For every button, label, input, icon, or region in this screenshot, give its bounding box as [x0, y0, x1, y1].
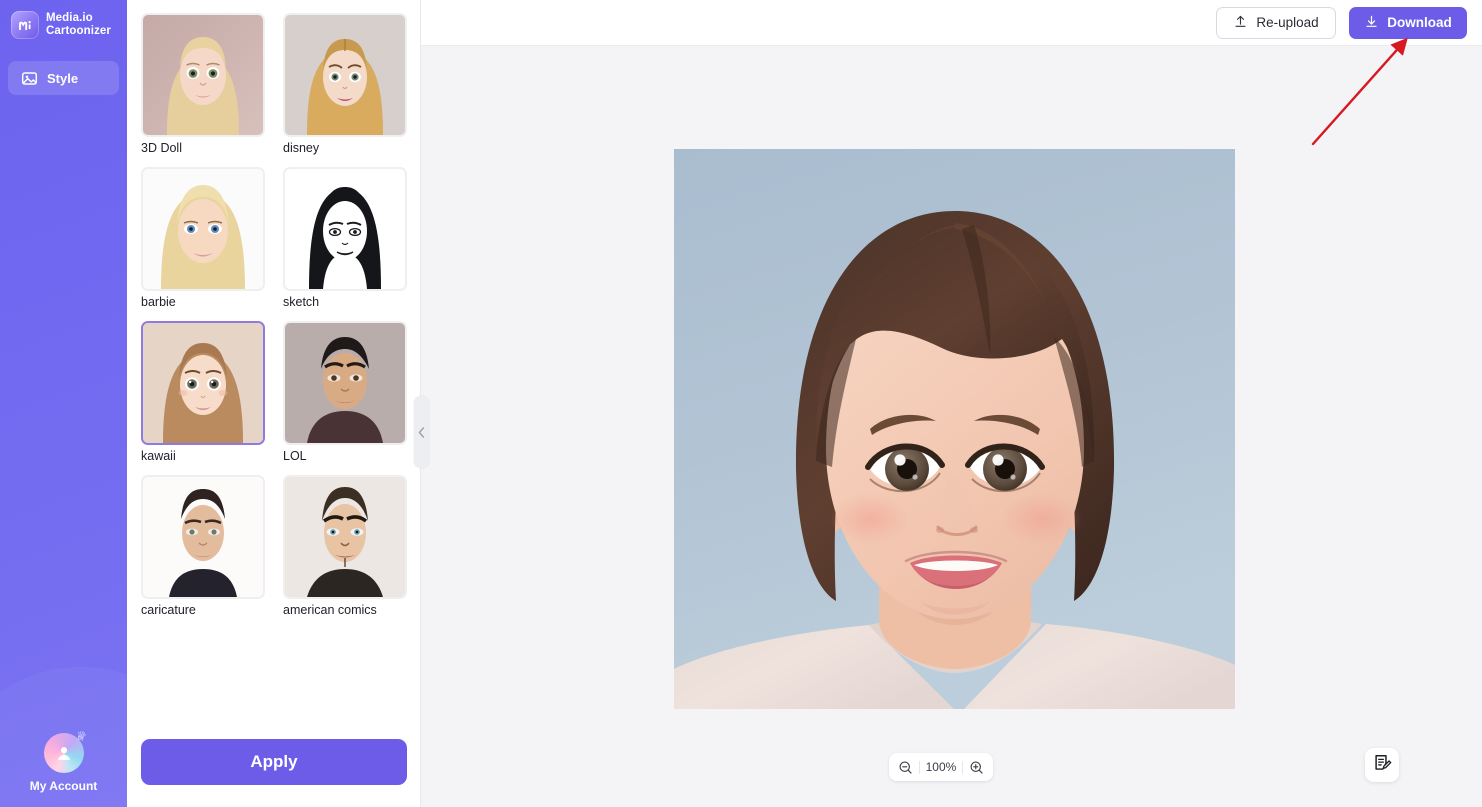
app-root: Media.io Cartoonizer Style ♕ My Account …	[0, 0, 1482, 807]
account-label: My Account	[29, 779, 98, 793]
style-thumb-american-comics[interactable]	[283, 475, 407, 599]
sidebar-nav: Style	[0, 61, 127, 95]
zoom-out-icon[interactable]	[898, 760, 913, 775]
style-label: kawaii	[141, 449, 176, 463]
zoom-in-icon[interactable]	[969, 760, 984, 775]
brand-name: Media.io Cartoonizer	[46, 12, 111, 38]
download-button[interactable]: Download	[1349, 6, 1467, 39]
download-label: Download	[1387, 15, 1452, 30]
style-thumb-sketch[interactable]	[283, 167, 407, 291]
style-thumb-caricature[interactable]	[141, 475, 265, 599]
style-label: LOL	[283, 449, 307, 463]
style-cell: 3D Doll	[141, 13, 265, 156]
style-cell: kawaii	[141, 321, 265, 464]
style-grid: 3D Doll disney barbie sketch kawaii LOL …	[127, 0, 420, 739]
style-thumb-kawaii[interactable]	[141, 321, 265, 445]
style-cell: caricature	[141, 475, 265, 618]
sidebar-item-label: Style	[47, 70, 79, 86]
style-label: sketch	[283, 295, 320, 309]
crown-icon: ♕	[73, 727, 89, 745]
feedback-button[interactable]	[1365, 748, 1399, 782]
download-icon	[1364, 14, 1379, 32]
style-cell: LOL	[283, 321, 407, 464]
preview-image[interactable]	[674, 149, 1235, 709]
upload-icon	[1233, 14, 1248, 32]
style-label: caricature	[141, 603, 196, 617]
brand-line-2: Cartoonizer	[46, 25, 111, 37]
divider	[962, 760, 964, 774]
user-avatar-icon	[57, 747, 70, 760]
chevron-left-icon	[418, 426, 425, 438]
brand: Media.io Cartoonizer	[0, 0, 127, 39]
style-thumb-barbie[interactable]	[141, 167, 265, 291]
style-label: american comics	[283, 603, 377, 617]
divider	[918, 760, 920, 774]
sidebar: Media.io Cartoonizer Style ♕ My Account	[0, 0, 127, 807]
top-toolbar: Re-upload Download	[421, 0, 1482, 46]
style-thumb-lol[interactable]	[283, 321, 407, 445]
style-thumb-disney[interactable]	[283, 13, 407, 137]
image-icon	[21, 70, 38, 87]
apply-button[interactable]: Apply	[141, 739, 407, 785]
style-thumb-3d-doll[interactable]	[141, 13, 265, 137]
media-io-logo-icon	[11, 11, 39, 39]
feedback-note-icon	[1373, 753, 1392, 777]
style-panel: 3D Doll disney barbie sketch kawaii LOL …	[127, 0, 429, 807]
my-account-button[interactable]: ♕ My Account	[0, 728, 127, 793]
sidebar-item-style[interactable]: Style	[8, 61, 119, 95]
style-label: disney	[283, 141, 320, 155]
style-cell: barbie	[141, 167, 265, 310]
style-cell: american comics	[283, 475, 407, 618]
re-upload-button[interactable]: Re-upload	[1216, 6, 1336, 39]
brand-line-1: Media.io	[46, 12, 93, 24]
style-label: 3D Doll	[141, 141, 182, 155]
zoom-level: 100%	[925, 760, 957, 774]
main-area: Re-upload Download 100%	[421, 0, 1482, 807]
avatar: ♕	[43, 728, 88, 773]
apply-container: Apply	[127, 739, 420, 807]
re-upload-label: Re-upload	[1256, 15, 1319, 30]
style-label: barbie	[141, 295, 176, 309]
zoom-control: 100%	[889, 753, 993, 781]
panel-collapse-handle[interactable]	[414, 396, 429, 468]
style-cell: sketch	[283, 167, 407, 310]
style-cell: disney	[283, 13, 407, 156]
canvas-area: 100%	[421, 46, 1482, 807]
